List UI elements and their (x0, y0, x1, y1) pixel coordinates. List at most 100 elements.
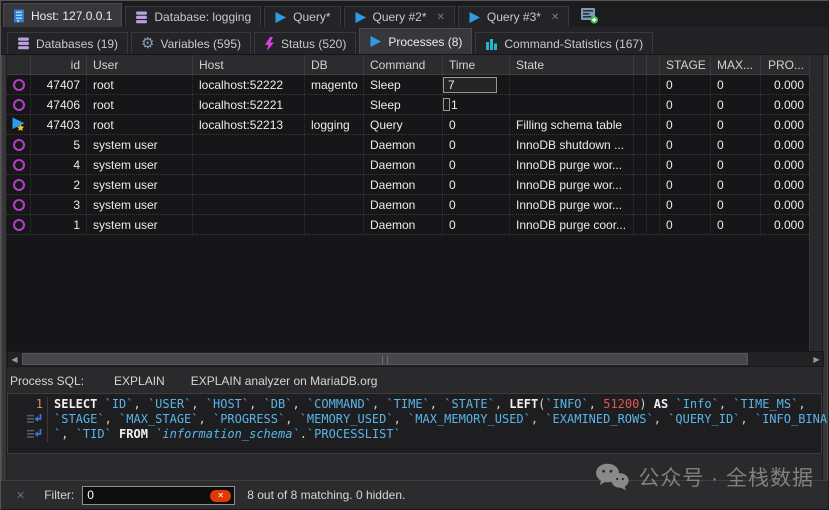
filter-input-wrap: ✕ (82, 486, 235, 505)
process-row[interactable]: 4system userDaemon0InnoDB purge wor...00… (7, 155, 809, 175)
vertical-scrollbar[interactable] (809, 55, 822, 351)
process-row[interactable]: 2system userDaemon0InnoDB purge wor...00… (7, 175, 809, 195)
sql-line: `, `TID` FROM `information_schema`.`PROC… (8, 427, 821, 442)
cell-user: root (87, 115, 193, 134)
process-row[interactable]: 47406rootlocalhost:52221Sleep1000.0001 (7, 95, 809, 115)
wrap-indicator (8, 412, 48, 427)
cell-id: 3 (31, 195, 87, 214)
cell-id: 47403 (31, 115, 87, 134)
column-header-host[interactable]: Host (193, 55, 305, 74)
cell-max_stage: 0 (711, 115, 761, 134)
process-row[interactable]: 5system userDaemon0InnoDB shutdown ...00… (7, 135, 809, 155)
cell-sp2 (647, 215, 660, 234)
cell-state: InnoDB purge wor... (510, 195, 634, 214)
cell-user: system user (87, 215, 193, 234)
column-header-max_stage[interactable]: MAX... (711, 55, 761, 74)
cell-host: localhost:52213 (193, 115, 305, 134)
sql-line: `STAGE`, `MAX_STAGE`, `PROGRESS`, `MEMOR… (8, 412, 821, 427)
tab-processes[interactable]: Processes (8) (359, 28, 472, 54)
column-header-id[interactable]: id (31, 55, 87, 74)
cell-host (193, 155, 305, 174)
column-header-db[interactable]: DB (305, 55, 364, 74)
cell-user: root (87, 95, 193, 114)
play-icon (354, 11, 367, 24)
scrollbar-thumb[interactable] (22, 353, 748, 365)
scroll-left-arrow-icon[interactable]: ◀ (8, 352, 21, 366)
explain-link[interactable]: EXPLAIN (114, 374, 165, 388)
column-header-progress[interactable]: PRO... (761, 55, 809, 74)
wrap-indicator (8, 427, 48, 442)
cell-progress: 0.000 (761, 95, 809, 114)
tab-variables[interactable]: ⚙Variables (595) (131, 32, 251, 54)
cell-max_stage: 0 (711, 195, 761, 214)
edit-caret-box (443, 98, 450, 111)
chart-icon (485, 37, 498, 50)
cell-state: InnoDB shutdown ... (510, 135, 634, 154)
cell-max_stage: 0 (711, 95, 761, 114)
process-row[interactable]: 47403rootlocalhost:52213loggingQuery0Fil… (7, 115, 809, 135)
tab-host[interactable]: Host: 127.0.0.1 (3, 3, 122, 27)
cell-time: 0 (443, 155, 510, 174)
process-row[interactable]: 47407rootlocalhost:52222magentoSleep7000… (7, 75, 809, 95)
column-header-icon[interactable] (7, 55, 31, 74)
tab-query-3[interactable]: Query #3*✕ (458, 6, 569, 27)
cell-sp1 (634, 135, 647, 154)
cell-state (510, 95, 634, 114)
cell-command: Daemon (364, 195, 443, 214)
sql-code: `STAGE`, `MAX_STAGE`, `PROGRESS`, `MEMOR… (48, 412, 829, 427)
column-header-time[interactable]: Time (443, 55, 510, 74)
sleep-icon (12, 218, 26, 232)
process-grid-panel: idUserHostDBCommandTimeState STAGEMAX...P… (1, 55, 828, 351)
focused-cell[interactable]: 7 (443, 77, 497, 93)
column-header-sp1[interactable] (634, 55, 647, 74)
clear-filter-icon[interactable]: ✕ (16, 489, 25, 502)
column-header-stage[interactable]: STAGE (660, 55, 711, 74)
sql-editor[interactable]: 1SELECT `ID`, `USER`, `HOST`, `DB`, `COM… (7, 393, 822, 454)
wechat-icon (595, 463, 629, 491)
filter-status: 8 out of 8 matching. 0 hidden. (247, 488, 405, 502)
tab-query-1[interactable]: Query* (264, 6, 340, 27)
cell-time: 7 (443, 75, 510, 94)
cell-sp2 (647, 155, 660, 174)
new-query-tab-button[interactable] (580, 7, 599, 24)
tab-databases[interactable]: Databases (19) (7, 32, 128, 54)
tab-status[interactable]: Status (520) (254, 32, 356, 54)
tab-database-logging[interactable]: Database: logging (125, 6, 261, 27)
close-tab-icon[interactable]: ✕ (437, 12, 445, 23)
cell-state (510, 75, 634, 94)
wrap-icon (27, 429, 43, 440)
column-header-command[interactable]: Command (364, 55, 443, 74)
column-header-user[interactable]: User (87, 55, 193, 74)
cell-progress: 0.000 (761, 195, 809, 214)
close-tab-icon[interactable]: ✕ (551, 12, 559, 23)
process-grid: idUserHostDBCommandTimeState STAGEMAX...P… (7, 55, 809, 351)
cell-max_stage: 0 (711, 155, 761, 174)
column-header-sp2[interactable] (647, 55, 660, 74)
filter-clear-button[interactable]: ✕ (210, 490, 231, 502)
tab-label: Databases (19) (36, 37, 118, 51)
cell-id: 47407 (31, 75, 87, 94)
process-row[interactable]: 3system userDaemon0InnoDB purge wor...00… (7, 195, 809, 215)
cell-state: Filling schema table (510, 115, 634, 134)
cell-user: system user (87, 135, 193, 154)
cell-icon (7, 195, 31, 214)
cell-icon (7, 135, 31, 154)
cell-stage: 0 (660, 175, 711, 194)
scroll-right-arrow-icon[interactable]: ▶ (810, 352, 823, 366)
cell-progress: 0.000 (761, 75, 809, 94)
horizontal-scrollbar[interactable]: ◀ ▶ (7, 351, 824, 367)
cell-sp1 (634, 175, 647, 194)
tab-command-statistics[interactable]: Command-Statistics (167) (475, 32, 653, 54)
play-icon (274, 11, 287, 24)
watermark-text: 公众号 · 全栈数据 (638, 462, 814, 492)
play-icon (369, 35, 382, 48)
explain-analyzer-link[interactable]: EXPLAIN analyzer on MariaDB.org (191, 374, 378, 388)
cell-command: Query (364, 115, 443, 134)
cell-time: 0 (443, 215, 510, 234)
column-header-state[interactable]: State (510, 55, 634, 74)
tab-query-2[interactable]: Query #2*✕ (344, 6, 455, 27)
process-row[interactable]: 1system userDaemon0InnoDB purge coor...0… (7, 215, 809, 235)
cell-progress: 0.000 (761, 215, 809, 234)
cell-sp2 (647, 95, 660, 114)
tab-label: Database: logging (154, 10, 251, 24)
